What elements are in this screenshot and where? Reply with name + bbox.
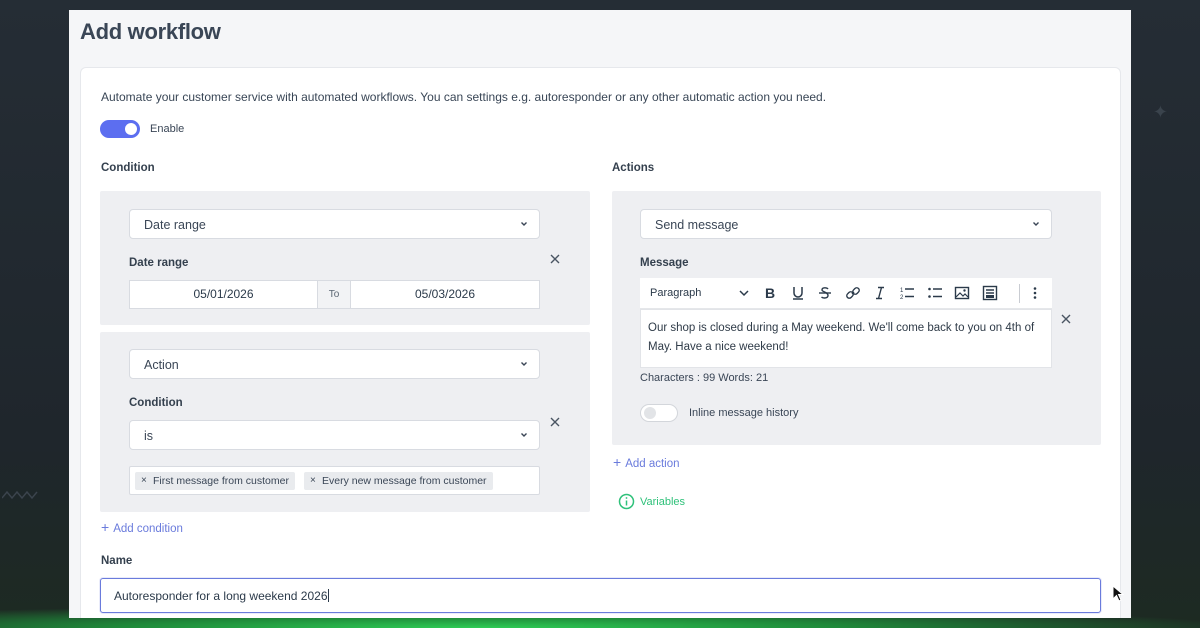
action-type-value: Send message bbox=[655, 218, 739, 232]
date-to-input[interactable]: 05/03/2026 bbox=[350, 280, 540, 309]
add-action-link[interactable]: + Add action bbox=[613, 454, 680, 470]
svg-text:2: 2 bbox=[900, 295, 904, 301]
numbered-list-icon[interactable]: 12 bbox=[899, 285, 915, 301]
chevron-down-icon bbox=[521, 222, 527, 226]
workflow-form-card: Automate your customer service with auto… bbox=[80, 67, 1121, 618]
condition-block-action: Action Condition is × First message from… bbox=[100, 332, 590, 512]
underline-icon[interactable] bbox=[790, 285, 806, 301]
editor-toolbar: Paragraph B 12 bbox=[640, 278, 1052, 309]
tag-chip: × First message from customer bbox=[135, 472, 295, 490]
date-from-input[interactable]: 05/01/2026 bbox=[129, 280, 318, 309]
inline-history-label: Inline message history bbox=[689, 407, 799, 419]
condition-operator-value: is bbox=[144, 429, 154, 443]
more-icon[interactable] bbox=[1027, 285, 1043, 301]
plus-icon: + bbox=[613, 454, 622, 470]
remove-tag-icon[interactable]: × bbox=[141, 472, 147, 490]
character-word-counter: Characters : 99 Words: 21 bbox=[640, 372, 769, 384]
variables-link[interactable]: Variables bbox=[618, 493, 685, 510]
toolbar-divider bbox=[1019, 284, 1020, 303]
add-condition-label: Add condition bbox=[113, 523, 183, 535]
wave-icon bbox=[2, 490, 38, 500]
date-range-label: Date range bbox=[129, 257, 189, 269]
date-to-label: To bbox=[318, 280, 350, 309]
workflow-name-value: Autoresponder for a long weekend 2026 bbox=[114, 589, 328, 603]
plus-icon: + bbox=[101, 519, 110, 535]
condition-type-value: Action bbox=[144, 358, 179, 372]
condition-type-select[interactable]: Action bbox=[129, 349, 540, 379]
add-action-label: Add action bbox=[625, 458, 680, 470]
action-type-select[interactable]: Send message bbox=[640, 209, 1052, 239]
enable-toggle[interactable] bbox=[100, 120, 140, 138]
bold-icon[interactable]: B bbox=[762, 285, 778, 301]
tag-label: First message from customer bbox=[153, 475, 289, 487]
tag-chip: × Every new message from customer bbox=[304, 472, 493, 490]
paragraph-style-select[interactable]: Paragraph bbox=[650, 287, 701, 299]
condition-operator-label: Condition bbox=[129, 397, 183, 409]
strikethrough-icon[interactable] bbox=[817, 285, 833, 301]
remove-condition-icon[interactable] bbox=[548, 415, 562, 429]
enable-label: Enable bbox=[150, 123, 185, 135]
condition-operator-select[interactable]: is bbox=[129, 420, 540, 450]
image-icon[interactable] bbox=[954, 285, 970, 301]
chevron-down-icon bbox=[1033, 222, 1039, 226]
remove-action-icon[interactable] bbox=[1059, 312, 1073, 326]
workflow-page: Add workflow Automate your customer serv… bbox=[69, 10, 1131, 618]
page-description: Automate your customer service with auto… bbox=[101, 90, 827, 104]
link-icon[interactable] bbox=[845, 285, 861, 301]
message-label: Message bbox=[640, 257, 689, 269]
paragraph-style-value: Paragraph bbox=[650, 287, 702, 299]
variables-label: Variables bbox=[640, 496, 686, 508]
bullet-list-icon[interactable] bbox=[927, 285, 943, 301]
message-editor[interactable]: Our shop is closed during a May weekend.… bbox=[640, 309, 1052, 368]
chevron-down-icon bbox=[521, 433, 527, 437]
mouse-pointer-icon bbox=[1112, 585, 1124, 602]
svg-text:B: B bbox=[765, 285, 775, 301]
chevron-down-icon[interactable] bbox=[736, 285, 752, 301]
remove-tag-icon[interactable]: × bbox=[310, 472, 316, 490]
info-circle-icon bbox=[618, 493, 635, 510]
condition-heading: Condition bbox=[101, 162, 155, 174]
actions-heading: Actions bbox=[612, 162, 655, 174]
remove-condition-icon[interactable] bbox=[548, 252, 562, 266]
add-condition-link[interactable]: + Add condition bbox=[101, 519, 183, 535]
sparkle-icon: ✦ bbox=[1152, 102, 1168, 122]
action-block: Send message Message Paragraph B 12 Our … bbox=[612, 191, 1101, 445]
condition-tags-input[interactable]: × First message from customer × Every ne… bbox=[129, 466, 540, 495]
tag-label: Every new message from customer bbox=[322, 475, 487, 487]
condition-type-value: Date range bbox=[144, 218, 206, 232]
svg-text:1: 1 bbox=[900, 288, 904, 294]
condition-type-select[interactable]: Date range bbox=[129, 209, 540, 239]
text-caret bbox=[327, 589, 329, 602]
workflow-name-input[interactable]: Autoresponder for a long weekend 2026 bbox=[100, 578, 1101, 613]
condition-block-date-range: Date range Date range 05/01/2026 To 05/0… bbox=[100, 191, 590, 325]
name-label: Name bbox=[101, 555, 133, 567]
italic-icon[interactable] bbox=[872, 285, 888, 301]
page-title: Add workflow bbox=[80, 19, 221, 44]
inline-history-toggle[interactable] bbox=[640, 404, 678, 422]
media-icon[interactable] bbox=[982, 285, 998, 301]
chevron-down-icon bbox=[521, 362, 527, 366]
